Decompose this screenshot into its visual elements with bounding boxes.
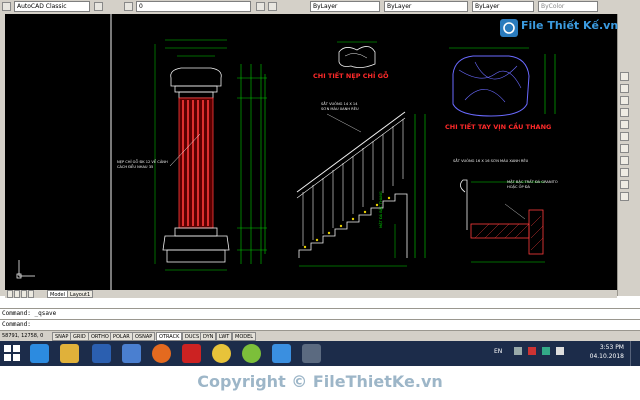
clock[interactable]: 3:53 PM 04.10.2018 [574, 343, 624, 361]
language-indicator[interactable]: EN [494, 348, 502, 355]
filethietke-logo: File Thiết Kế.vn [499, 16, 619, 40]
properties-toolbar: AutoCAD Classic 0 ByLayer ByLayer ByLaye… [0, 0, 640, 15]
color-dropdown[interactable]: ByLayer [310, 1, 380, 12]
make-current-icon[interactable] [256, 2, 265, 11]
trim-icon[interactable] [620, 180, 629, 189]
autocad-icon[interactable] [272, 344, 291, 363]
tab-next-icon[interactable] [21, 290, 27, 298]
column-elevation [154, 39, 267, 271]
logo-icon [500, 19, 518, 37]
ucs-icon [16, 260, 35, 279]
antivirus-icon[interactable] [528, 347, 536, 355]
lineweight-dropdown[interactable]: ByLayer [472, 1, 534, 12]
pdf-icon[interactable] [182, 344, 201, 363]
rotate-icon[interactable] [620, 144, 629, 153]
array-icon[interactable] [620, 120, 629, 129]
tab-last-icon[interactable] [28, 290, 34, 298]
internet-explorer-icon[interactable] [30, 344, 49, 363]
molding-detail-title: CHI TIẾT NẸP CHỈ GỖ [313, 72, 389, 80]
bracket-detail [460, 179, 545, 263]
move-icon[interactable] [620, 132, 629, 141]
tab-prev-icon[interactable] [14, 290, 20, 298]
snap-toggle[interactable]: SNAP [52, 332, 72, 341]
network-icon[interactable] [542, 347, 550, 355]
app-green-icon[interactable] [242, 344, 261, 363]
tab-model[interactable]: Model [47, 290, 69, 298]
drawing-canvas[interactable]: CHI TIẾT NẸP CHỈ GỖ CHI TIẾT TAY VỊN CẦU… [5, 14, 619, 290]
plotstyle-dropdown[interactable]: ByColor [538, 1, 598, 12]
word-icon[interactable] [92, 344, 111, 363]
column-note: NẸP CHỈ GỖ ĐK 12 VỀ CẢNH CÁCH ĐỀU NHAU 3… [117, 160, 168, 169]
step-finish-note: MẶT BẬC TRẤT ĐÁ GRANITO HOẶC ỐP ĐÁ [507, 180, 558, 189]
volume-icon[interactable] [556, 347, 564, 355]
copy-icon[interactable] [620, 84, 629, 93]
model-toggle[interactable]: MODEL [232, 332, 257, 341]
stair-note: SẮT VUÔNG 14 X 14 SƠN MÀU XANH RÊU [321, 102, 359, 111]
handrail-detail-title: CHI TIẾT TAY VỊN CẦU THANG [445, 123, 552, 131]
layer-previous-icon[interactable] [268, 2, 277, 11]
show-desktop-button[interactable] [630, 341, 635, 366]
polar-toggle[interactable]: POLAR [110, 332, 133, 341]
tray-icon[interactable] [514, 347, 522, 355]
layer-properties-icon[interactable] [124, 2, 133, 11]
handrail-section [449, 47, 556, 117]
windows-taskbar: EN 3:53 PM 04.10.2018 [0, 341, 640, 366]
watermark-footer: Copyright © FileThietKe.vn [0, 366, 640, 400]
paint-icon[interactable] [302, 344, 321, 363]
clock-date: 04.10.2018 [589, 353, 624, 360]
clock-time: 3:53 PM [599, 344, 624, 351]
tab-layout1[interactable]: Layout1 [67, 290, 94, 298]
command-history: Command: _qsave [0, 308, 640, 318]
command-input[interactable]: Command: [0, 319, 640, 329]
vertical-dim-note: MẶT ĐÁ BẬC THANG [379, 191, 383, 228]
molding-profile [337, 41, 377, 68]
bracket-note: SẮT VUÔNG 16 X 16 SƠN MÀU XANH RÊU [453, 159, 529, 163]
start-icon[interactable] [4, 345, 20, 365]
logo-text: File Thiết Kế.vn [521, 19, 619, 32]
coordinate-readout: 58791, 12758, 0 [2, 333, 44, 339]
linetype-dropdown[interactable]: ByLayer [384, 1, 468, 12]
osnap-toggle[interactable]: OSNAP [132, 332, 156, 341]
stretch-icon[interactable] [620, 168, 629, 177]
offset-icon[interactable] [620, 108, 629, 117]
workspace-dropdown[interactable]: AutoCAD Classic [14, 1, 90, 12]
chrome-icon[interactable] [212, 344, 231, 363]
staircase-elevation [296, 111, 426, 267]
grid-toggle[interactable]: GRID [70, 332, 89, 341]
workspace-settings-icon[interactable] [94, 2, 103, 11]
modify-toolbar [617, 14, 640, 296]
tab-first-icon[interactable] [7, 290, 13, 298]
erase-icon[interactable] [620, 72, 629, 81]
lwt-toggle[interactable]: LWT [216, 332, 233, 341]
copyright-text: Copyright © FileThietKe.vn [197, 372, 443, 391]
extend-icon[interactable] [620, 192, 629, 201]
scale-icon[interactable] [620, 156, 629, 165]
otrack-toggle[interactable]: OTRACK [156, 332, 183, 341]
ortho-toggle[interactable]: ORTHO [88, 332, 112, 341]
dyn-toggle[interactable]: DYN [200, 332, 217, 341]
layer-dropdown[interactable]: 0 [136, 1, 251, 12]
file-explorer-icon[interactable] [60, 344, 79, 363]
firefox-icon[interactable] [152, 344, 171, 363]
notes-icon[interactable] [122, 344, 141, 363]
layout-tabs: Model Layout1 [5, 290, 617, 298]
workspace-icon[interactable] [2, 2, 11, 11]
mirror-icon[interactable] [620, 96, 629, 105]
